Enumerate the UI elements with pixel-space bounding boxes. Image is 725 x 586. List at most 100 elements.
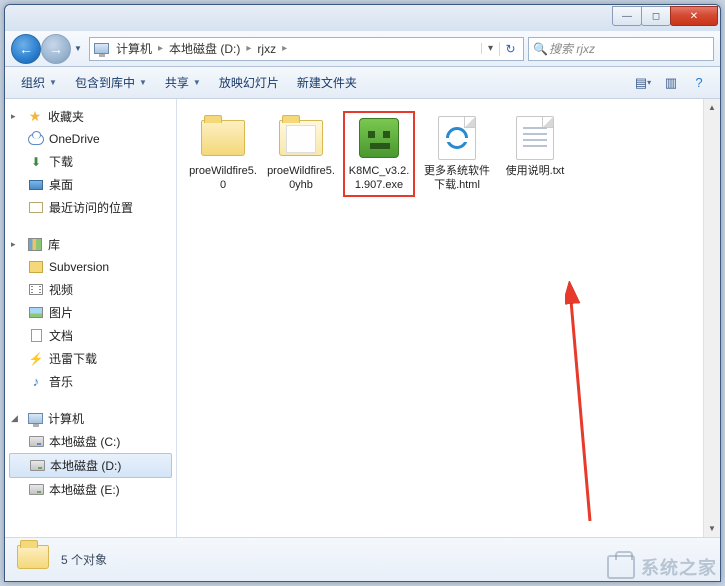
computer-header[interactable]: ◢ 计算机 (5, 407, 176, 430)
file-item-exe[interactable]: K8MC_v3.2.1.907.exe (343, 111, 415, 197)
new-folder-label: 新建文件夹 (297, 74, 357, 91)
command-toolbar: 组织 ▼ 包含到库中 ▼ 共享 ▼ 放映幻灯片 新建文件夹 ▤ ▾ ▥ ? (5, 67, 720, 99)
sidebar-item-recent[interactable]: 最近访问的位置 (5, 196, 176, 219)
file-item-folder[interactable]: proeWildfire5.0 (187, 111, 259, 197)
breadcrumb-folder-rjxz[interactable]: rjxz (255, 40, 278, 58)
maximize-button[interactable]: ◻ (641, 6, 671, 26)
sidebar-item-subversion[interactable]: Subversion (5, 256, 176, 278)
close-button[interactable]: ✕ (670, 6, 718, 26)
include-label: 包含到库中 (75, 74, 135, 91)
explorer-window: — ◻ ✕ ← → ▼ 计算机 ▸ 本地磁盘 (D:) ▸ rjxz ▸ ▾ ↻… (4, 4, 721, 582)
sidebar-item-drive-e[interactable]: 本地磁盘 (E:) (5, 478, 176, 501)
search-input[interactable]: 🔍 搜索 rjxz (528, 37, 714, 61)
libraries-header[interactable]: ▸ 库 (5, 233, 176, 256)
breadcrumb-computer[interactable]: 计算机 (114, 38, 154, 59)
html-icon (432, 115, 482, 161)
disk-icon (27, 434, 45, 450)
cloud-icon (27, 131, 45, 147)
libraries-group: ▸ 库 Subversion 视频 图片 文档 (5, 233, 176, 393)
share-menu[interactable]: 共享 ▼ (157, 70, 209, 95)
dropdown-icon: ▼ (193, 78, 201, 87)
address-dropdown-icon[interactable]: ▾ (481, 43, 499, 54)
sidebar-item-label: 最近访问的位置 (49, 199, 133, 216)
search-placeholder: 搜索 rjxz (549, 40, 595, 57)
folder-icon (27, 259, 45, 275)
sidebar-item-label: 图片 (49, 304, 73, 321)
sidebar-item-label: OneDrive (49, 132, 100, 146)
sidebar-item-pictures[interactable]: 图片 (5, 301, 176, 324)
annotation-arrow (565, 281, 605, 531)
picture-icon (27, 305, 45, 321)
sidebar-item-label: 桌面 (49, 176, 73, 193)
navigation-bar: ← → ▼ 计算机 ▸ 本地磁盘 (D:) ▸ rjxz ▸ ▾ ↻ 🔍 搜索 … (5, 31, 720, 67)
refresh-button[interactable]: ↻ (499, 42, 521, 56)
scroll-track[interactable] (704, 116, 720, 520)
recent-icon (27, 200, 45, 216)
forward-button[interactable]: → (41, 34, 71, 64)
sidebar-item-desktop[interactable]: 桌面 (5, 173, 176, 196)
sidebar-item-downloads[interactable]: ⬇ 下载 (5, 150, 176, 173)
star-icon: ★ (26, 109, 44, 125)
view-options-button[interactable]: ▤ ▾ (630, 72, 656, 94)
dropdown-icon: ▾ (647, 78, 651, 87)
nav-arrows: ← → ▼ (11, 34, 85, 64)
sidebar-item-label: 本地磁盘 (E:) (49, 481, 120, 498)
new-folder-button[interactable]: 新建文件夹 (289, 70, 365, 95)
sidebar-item-drive-d[interactable]: 本地磁盘 (D:) (9, 453, 172, 478)
library-icon (26, 237, 44, 253)
sidebar-item-thunder[interactable]: ⚡ 迅雷下载 (5, 347, 176, 370)
slideshow-button[interactable]: 放映幻灯片 (211, 70, 287, 95)
back-button[interactable]: ← (11, 34, 41, 64)
address-icon (92, 40, 110, 58)
slideshow-label: 放映幻灯片 (219, 74, 279, 91)
file-name: proeWildfire5.0yhb (267, 165, 335, 193)
include-in-library-menu[interactable]: 包含到库中 ▼ (67, 70, 155, 95)
file-name: 使用说明.txt (506, 165, 565, 179)
scroll-up-button[interactable]: ▲ (704, 99, 720, 116)
desktop-icon (27, 177, 45, 193)
window-controls: — ◻ ✕ (613, 6, 718, 26)
computer-icon (26, 411, 44, 427)
sidebar-item-drive-c[interactable]: 本地磁盘 (C:) (5, 430, 176, 453)
nav-history-dropdown[interactable]: ▼ (71, 44, 85, 53)
video-icon (27, 282, 45, 298)
folder-icon (198, 115, 248, 161)
organize-menu[interactable]: 组织 ▼ (13, 70, 65, 95)
file-item-html[interactable]: 更多系统软件下载.html (421, 111, 493, 197)
title-bar[interactable]: — ◻ ✕ (5, 5, 720, 31)
caret-icon: ▸ (11, 239, 22, 250)
favorites-header[interactable]: ▸ ★ 收藏夹 (5, 105, 176, 128)
file-item-folder[interactable]: proeWildfire5.0yhb (265, 111, 337, 197)
address-bar[interactable]: 计算机 ▸ 本地磁盘 (D:) ▸ rjxz ▸ ▾ ↻ (89, 37, 524, 61)
libraries-label: 库 (48, 236, 60, 253)
preview-pane-button[interactable]: ▥ (658, 72, 684, 94)
breadcrumb-sep-icon[interactable]: ▸ (282, 43, 287, 54)
sidebar-item-label: Subversion (49, 260, 109, 274)
sidebar-item-documents[interactable]: 文档 (5, 324, 176, 347)
dropdown-icon: ▼ (139, 78, 147, 87)
share-label: 共享 (165, 74, 189, 91)
file-list-pane[interactable]: proeWildfire5.0 proeWildfire5.0yhb K8MC_… (177, 99, 720, 537)
vertical-scrollbar[interactable]: ▲ ▼ (703, 99, 720, 537)
help-button[interactable]: ? (686, 72, 712, 94)
sidebar-item-videos[interactable]: 视频 (5, 278, 176, 301)
favorites-label: 收藏夹 (48, 108, 84, 125)
sidebar-item-label: 文档 (49, 327, 73, 344)
file-item-txt[interactable]: 使用说明.txt (499, 111, 571, 197)
file-grid: proeWildfire5.0 proeWildfire5.0yhb K8MC_… (177, 99, 720, 209)
status-bar: 5 个对象 (5, 537, 720, 581)
breadcrumb-drive-d[interactable]: 本地磁盘 (D:) (167, 38, 242, 59)
minimize-button[interactable]: — (612, 6, 642, 26)
sidebar-item-onedrive[interactable]: OneDrive (5, 128, 176, 150)
exe-icon (354, 115, 404, 161)
status-text: 5 个对象 (61, 551, 107, 568)
caret-icon: ▸ (11, 111, 22, 122)
disk-icon (27, 482, 45, 498)
breadcrumb-sep-icon[interactable]: ▸ (158, 43, 163, 54)
breadcrumb-sep-icon[interactable]: ▸ (246, 43, 251, 54)
disk-icon (28, 458, 46, 474)
caret-icon: ◢ (11, 413, 22, 424)
view-icon: ▤ (635, 75, 647, 91)
scroll-down-button[interactable]: ▼ (704, 520, 720, 537)
sidebar-item-music[interactable]: ♪ 音乐 (5, 370, 176, 393)
